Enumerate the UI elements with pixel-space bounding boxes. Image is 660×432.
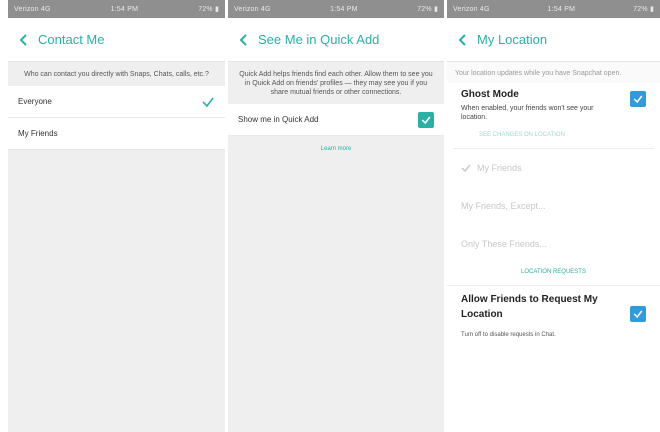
option-my-friends-except[interactable]: My Friends, Except... xyxy=(447,187,660,225)
back-chevron-icon[interactable] xyxy=(16,32,32,48)
battery: 72% ▮ xyxy=(633,6,654,13)
option-my-friends[interactable]: My Friends xyxy=(447,149,660,187)
option-my-friends[interactable]: My Friends xyxy=(8,118,225,150)
time: 1:54 PM xyxy=(330,5,358,13)
ghost-mode-title: Ghost Mode xyxy=(461,89,519,100)
learn-more-link[interactable]: Learn more xyxy=(228,136,444,152)
allow-requests-title: Allow Friends to Request My Location xyxy=(461,294,598,320)
nav-bar: Contact Me xyxy=(8,18,225,62)
page-title: See Me in Quick Add xyxy=(258,32,380,47)
ghost-mode-caption: SEE CHANGES ON LOCATION xyxy=(453,130,654,149)
option-only-these-friends[interactable]: Only These Friends... xyxy=(447,225,660,263)
status-bar: Verizon 4G 1:54 PM 72% ▮ xyxy=(8,0,225,18)
page-title: Contact Me xyxy=(38,32,105,47)
option-label: My Friends, Except... xyxy=(461,201,546,211)
checkmark-icon xyxy=(201,95,215,109)
option-label: Everyone xyxy=(18,97,52,106)
allow-requests-subtitle: Turn off to disable requests in Chat. xyxy=(461,332,556,338)
location-requests-header: LOCATION REQUESTS xyxy=(521,269,586,275)
back-chevron-icon[interactable] xyxy=(455,32,471,48)
checkmark-icon xyxy=(421,116,431,124)
carrier: Verizon 4G xyxy=(234,5,271,13)
ghost-mode-subtitle: When enabled, your friends won't see you… xyxy=(461,105,594,121)
time: 1:54 PM xyxy=(110,5,139,13)
checkmark-icon xyxy=(633,95,643,104)
allow-requests-checkbox[interactable] xyxy=(630,306,646,322)
allow-requests-row[interactable]: Allow Friends to Request My Location xyxy=(447,285,660,326)
ghost-mode-checkbox[interactable] xyxy=(630,91,646,107)
nav-bar: See Me in Quick Add xyxy=(228,18,444,62)
my-location-screen: Verizon 4G 1:54 PM 72% ▮ My Location You… xyxy=(447,0,660,432)
status-bar: Verizon 4G 1:54 PM 72% ▮ xyxy=(447,0,660,18)
option-label: My Friends xyxy=(18,129,58,138)
back-chevron-icon[interactable] xyxy=(236,32,252,48)
toggle-label: Show me in Quick Add xyxy=(238,115,319,124)
contact-me-screen: Verizon 4G 1:54 PM 72% ▮ Contact Me Who … xyxy=(8,0,225,432)
ghost-mode-row[interactable]: Ghost Mode When enabled, your friends wo… xyxy=(447,83,660,130)
nav-bar: My Location xyxy=(447,18,660,62)
page-title: My Location xyxy=(477,32,548,47)
battery: 72% ▮ xyxy=(198,6,219,13)
section-description: Quick Add helps friends find each other.… xyxy=(239,71,433,96)
checkmark-icon xyxy=(633,310,643,319)
option-everyone[interactable]: Everyone xyxy=(8,86,225,118)
status-bar: Verizon 4G 1:54 PM 72% ▮ xyxy=(228,0,444,18)
battery: 72% ▮ xyxy=(417,6,438,13)
option-label: Only These Friends... xyxy=(461,239,547,249)
carrier: Verizon 4G xyxy=(14,5,51,13)
section-description: Who can contact you directly with Snaps,… xyxy=(24,71,209,78)
show-in-quick-add-row[interactable]: Show me in Quick Add xyxy=(228,104,444,136)
quick-add-checkbox[interactable] xyxy=(418,111,434,128)
carrier: Verizon 4G xyxy=(453,5,490,13)
quick-add-screen: Verizon 4G 1:54 PM 72% ▮ See Me in Quick… xyxy=(228,0,444,432)
time: 1:54 PM xyxy=(547,5,576,13)
checkmark-icon xyxy=(461,163,471,173)
section-description: Your location updates while you have Sna… xyxy=(447,62,660,83)
option-label: My Friends xyxy=(477,163,522,173)
